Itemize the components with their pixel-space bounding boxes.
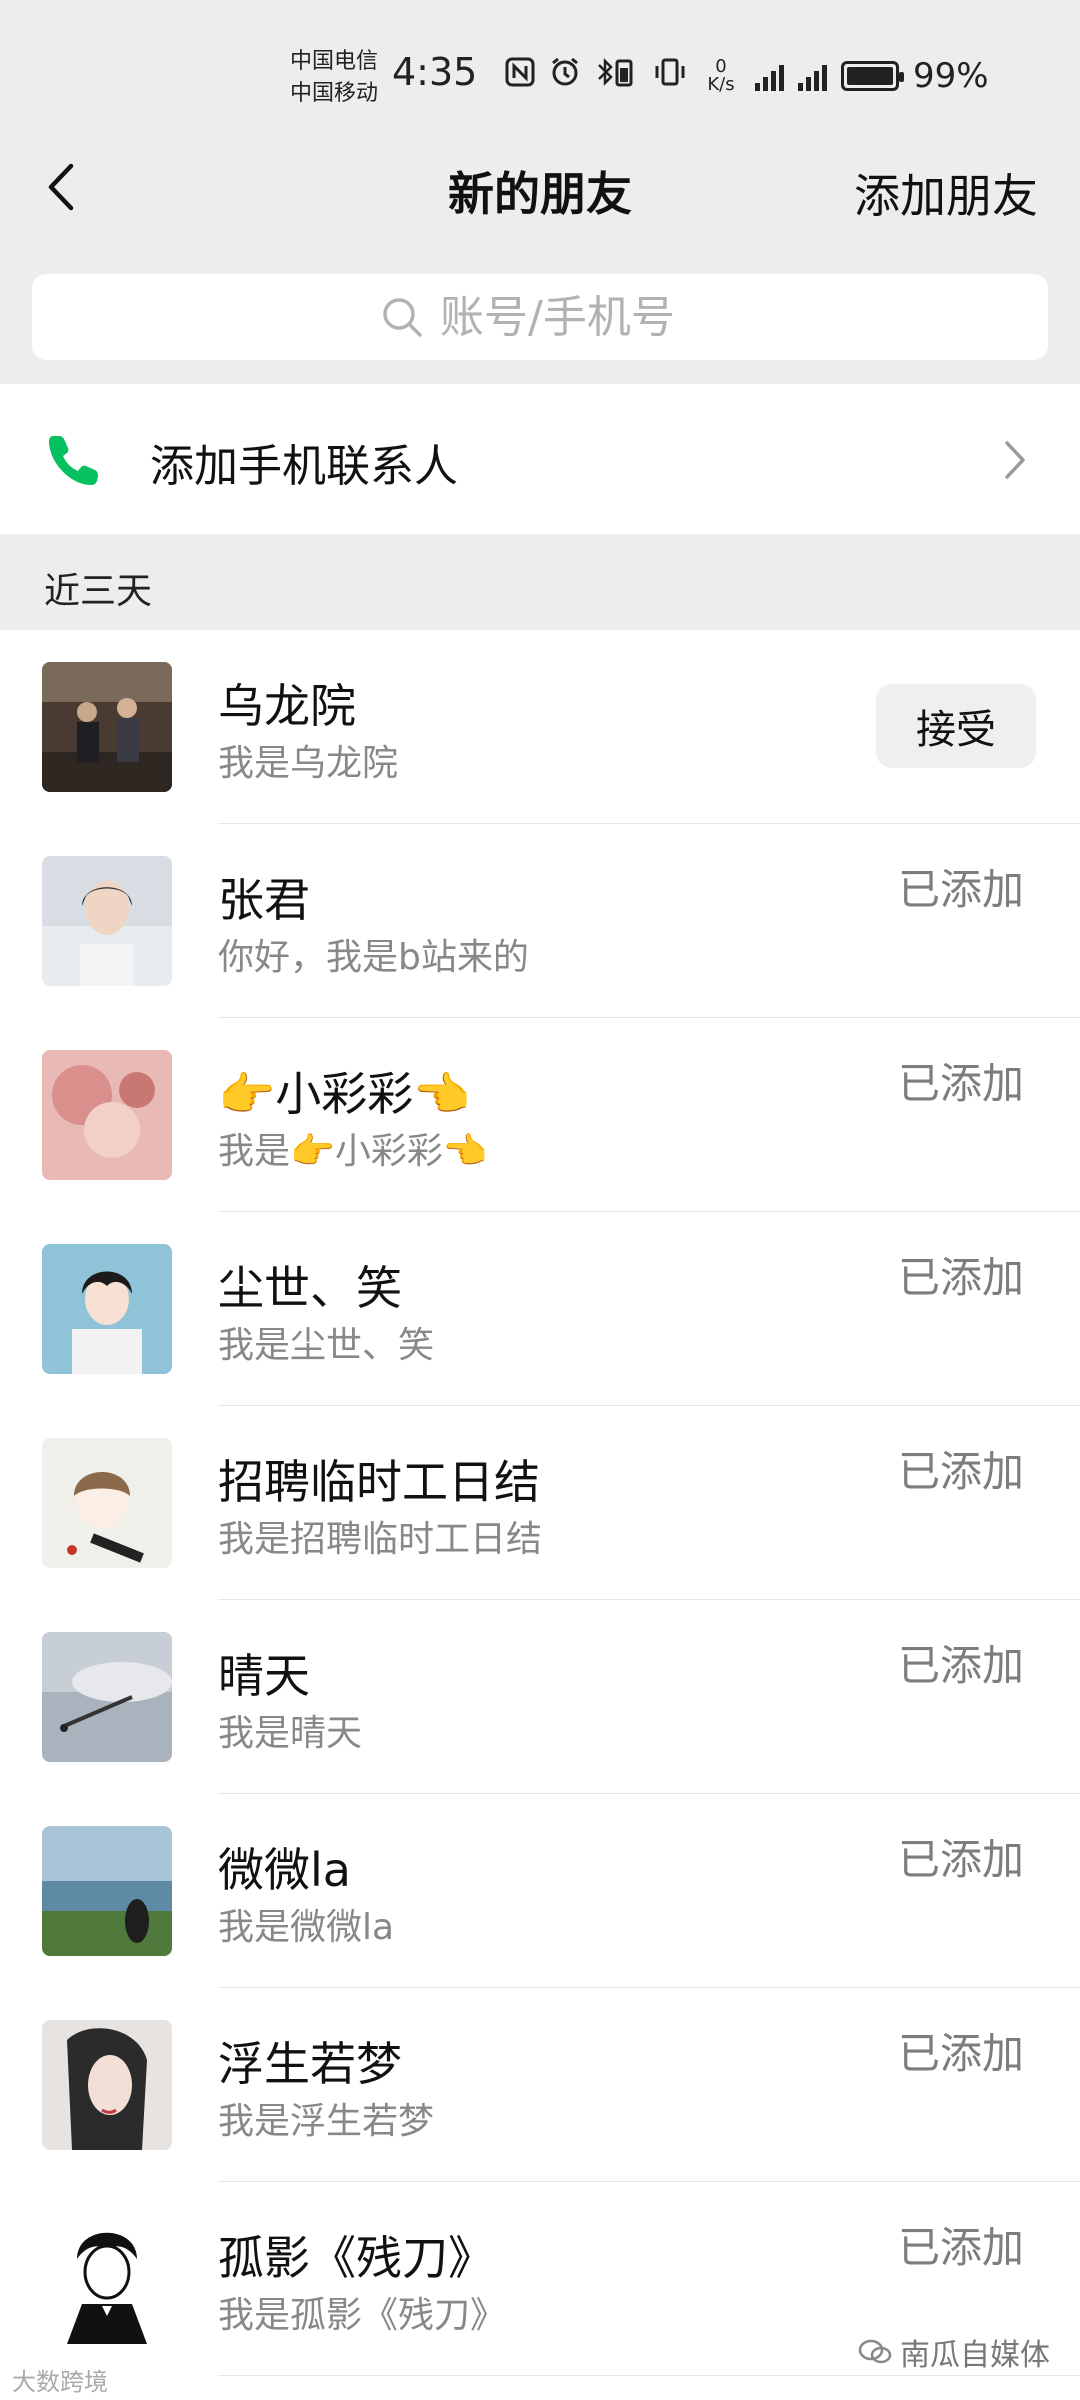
alarm-icon [549,56,581,96]
battery-icon [841,61,904,91]
phone-icon [49,436,98,485]
list-item[interactable]: 微微la 我是微微la 已添加 [0,1794,1080,1988]
avatar[interactable] [42,1632,172,1762]
carrier-names: 中国电信 中国移动 [290,46,390,110]
status-added: 已添加 [897,2223,1024,2272]
avatar[interactable] [42,1244,172,1374]
friend-message: 我是孤影《残刀》 [218,2295,507,2336]
friend-request-list: 乌龙院 我是乌龙院 接受 张君 你好，我是b站来的 已添加 👉小彩彩👈 我是👉小… [0,630,1080,2376]
search-input[interactable] [440,291,700,343]
list-item[interactable]: 张君 你好，我是b站来的 已添加 [0,824,1080,1018]
list-item[interactable]: 浮生若梦 我是浮生若梦 已添加 [0,1988,1080,2182]
friend-message: 我是👉小彩彩👈 [218,1131,488,1172]
vibrate-icon [653,56,687,96]
status-added: 已添加 [897,1835,1024,1884]
avatar[interactable] [42,1050,172,1180]
friend-message: 我是浮生若梦 [218,2101,435,2142]
bluetooth-battery-icon [595,56,639,96]
avatar[interactable] [42,2214,172,2344]
list-item[interactable]: 晴天 我是晴天 已添加 [0,1600,1080,1794]
search-icon [383,298,422,337]
status-added: 已添加 [897,1059,1024,1108]
friend-name: 招聘临时工日结 [218,1455,540,1509]
watermark-right: 南瓜自媒体 [858,2330,1050,2374]
status-added: 已添加 [897,1253,1024,1302]
chevron-right-icon [1005,441,1025,479]
friend-name: 👉小彩彩👈 [218,1067,471,1121]
friend-name: 张君 [218,873,310,927]
list-item[interactable]: 👉小彩彩👈 我是👉小彩彩👈 已添加 [0,1018,1080,1212]
network-speed: 0 K/s [707,56,735,95]
divider [218,2375,1080,2376]
friend-message: 你好，我是b站来的 [218,937,529,978]
friend-name: 浮生若梦 [218,2037,402,2091]
friend-message: 我是乌龙院 [218,743,399,784]
search-section [0,250,1080,384]
wechat-channel-icon [858,2339,892,2364]
add-phone-contacts-label: 添加手机联系人 [150,441,458,492]
friend-name: 尘世、笑 [218,1261,402,1315]
accept-button[interactable]: 接受 [876,684,1036,768]
nav-bar: 新的朋友 添加朋友 [0,130,1080,250]
status-added: 已添加 [897,2029,1024,2078]
battery-percent: 99% [913,56,989,96]
list-item[interactable]: 乌龙院 我是乌龙院 接受 [0,630,1080,824]
signal-4g-icon-2 [798,61,827,91]
avatar[interactable] [42,856,172,986]
avatar[interactable] [42,2020,172,2150]
friend-message: 我是晴天 [218,1713,363,1754]
section-header: 近三天 [0,534,1080,630]
status-added: 已添加 [897,1641,1024,1690]
section-title: 近三天 [44,571,153,612]
carrier-1: 中国电信 [290,49,379,74]
list-item[interactable]: 尘世、笑 我是尘世、笑 已添加 [0,1212,1080,1406]
avatar[interactable] [42,1438,172,1568]
status-icons: 0 K/s 99% [505,56,989,96]
friend-name: 乌龙院 [218,679,356,733]
status-added: 已添加 [897,865,1024,914]
clock: 4:35 [392,50,478,94]
friend-name: 晴天 [218,1649,310,1703]
friend-name: 微微la [218,1843,351,1897]
status-bar: 中国电信 中国移动 4:35 0 K/s 99% [0,0,1080,130]
friend-message: 我是招聘临时工日结 [218,1519,543,1560]
list-item[interactable]: 招聘临时工日结 我是招聘临时工日结 已添加 [0,1406,1080,1600]
status-added: 已添加 [897,1447,1024,1496]
carrier-2: 中国移动 [290,81,379,106]
signal-4g-icon-1 [755,61,784,91]
watermark-left: 大数跨境 [12,2368,108,2396]
nfc-icon [505,57,535,95]
add-phone-contacts-row[interactable]: 添加手机联系人 [0,384,1080,534]
avatar[interactable] [42,662,172,792]
friend-name: 孤影《残刀》 [218,2231,494,2285]
friend-message: 我是微微la [218,1907,395,1948]
watermark-right-text: 南瓜自媒体 [900,2338,1050,2373]
add-friend-button[interactable]: 添加朋友 [854,160,1038,226]
avatar[interactable] [42,1826,172,1956]
search-box[interactable] [32,274,1048,360]
friend-message: 我是尘世、笑 [218,1325,435,1366]
